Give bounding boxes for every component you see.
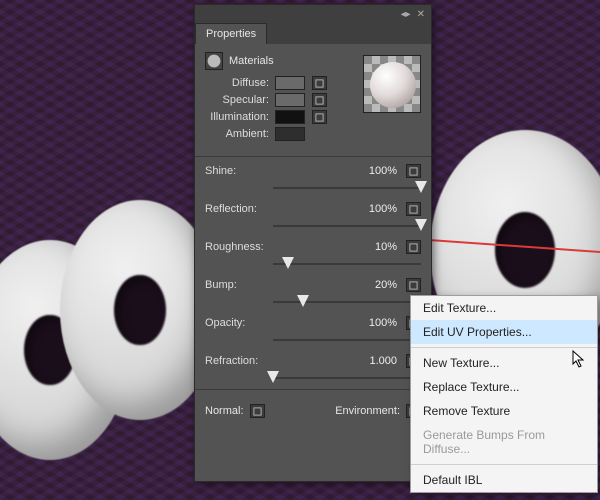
tab-properties[interactable]: Properties [195, 23, 267, 44]
panel-title-bar: ◂▸ ✕ [195, 5, 431, 23]
illumination-swatch[interactable] [275, 110, 305, 124]
illumination-label: Illumination: [205, 111, 275, 123]
bump-label: Bump: [205, 279, 273, 291]
reflection-texture-icon[interactable] [406, 202, 421, 216]
close-icon[interactable]: ✕ [417, 9, 425, 20]
bottom-row: Normal: Environment: [195, 394, 431, 428]
opacity-label: Opacity: [205, 317, 273, 329]
materials-icon [205, 52, 223, 70]
illumination-texture-icon[interactable] [312, 110, 327, 124]
context-menu: Edit Texture... Edit UV Properties... Ne… [410, 295, 598, 493]
shine-row: Shine: 100% [195, 161, 431, 181]
opacity-row: Opacity: 100% [195, 313, 431, 333]
menu-replace-texture[interactable]: Replace Texture... [411, 375, 597, 399]
menu-default-ibl[interactable]: Default IBL [411, 468, 597, 492]
panel-tabs: Properties [195, 23, 431, 44]
ambient-row: Ambient: [205, 127, 421, 141]
material-preview[interactable] [363, 55, 421, 113]
menu-edit-uv[interactable]: Edit UV Properties... [411, 320, 597, 344]
diffuse-label: Diffuse: [205, 77, 275, 89]
specular-texture-icon[interactable] [312, 93, 327, 107]
section-title: Materials [229, 55, 274, 67]
diffuse-texture-icon[interactable] [312, 76, 327, 90]
refraction-row: Refraction: 1.000 [195, 351, 431, 371]
shine-slider[interactable] [273, 181, 421, 195]
roughness-slider[interactable] [273, 257, 421, 271]
normal-texture-icon[interactable] [250, 404, 265, 418]
roughness-label: Roughness: [205, 241, 273, 253]
shine-value[interactable]: 100% [357, 165, 397, 177]
menu-separator [411, 464, 597, 465]
sliders-group: Shine: 100% Reflection: 100% Roughness: … [195, 161, 431, 385]
collapse-icon[interactable]: ◂▸ [401, 9, 411, 20]
opacity-value[interactable]: 100% [357, 317, 397, 329]
bump-row: Bump: 20% [195, 275, 431, 295]
ambient-swatch[interactable] [275, 127, 305, 141]
divider [195, 156, 431, 157]
diffuse-swatch[interactable] [275, 76, 305, 90]
refraction-slider[interactable] [273, 371, 421, 385]
divider [195, 389, 431, 390]
specular-swatch[interactable] [275, 93, 305, 107]
bump-value[interactable]: 20% [357, 279, 397, 291]
opacity-slider[interactable] [273, 333, 421, 347]
menu-edit-texture[interactable]: Edit Texture... [411, 296, 597, 320]
menu-new-texture[interactable]: New Texture... [411, 351, 597, 375]
reflection-value[interactable]: 100% [357, 203, 397, 215]
roughness-texture-icon[interactable] [406, 240, 421, 254]
shine-label: Shine: [205, 165, 273, 177]
menu-remove-texture[interactable]: Remove Texture [411, 399, 597, 423]
reflection-row: Reflection: 100% [195, 199, 431, 219]
properties-panel: ◂▸ ✕ Properties Materials Diffuse: Specu… [194, 4, 432, 482]
bump-texture-icon[interactable] [406, 278, 421, 292]
refraction-label: Refraction: [205, 355, 273, 367]
roughness-value[interactable]: 10% [357, 241, 397, 253]
roughness-row: Roughness: 10% [195, 237, 431, 257]
normal-label: Normal: [205, 405, 244, 417]
shine-texture-icon[interactable] [406, 164, 421, 178]
menu-separator [411, 347, 597, 348]
materials-section: Materials Diffuse: Specular: Illuminatio… [195, 44, 431, 152]
reflection-label: Reflection: [205, 203, 273, 215]
environment-label: Environment: [335, 405, 400, 417]
refraction-value[interactable]: 1.000 [357, 355, 397, 367]
specular-label: Specular: [205, 94, 275, 106]
bump-slider[interactable] [273, 295, 421, 309]
reflection-slider[interactable] [273, 219, 421, 233]
ambient-label: Ambient: [205, 128, 275, 140]
menu-gen-bumps: Generate Bumps From Diffuse... [411, 423, 597, 461]
